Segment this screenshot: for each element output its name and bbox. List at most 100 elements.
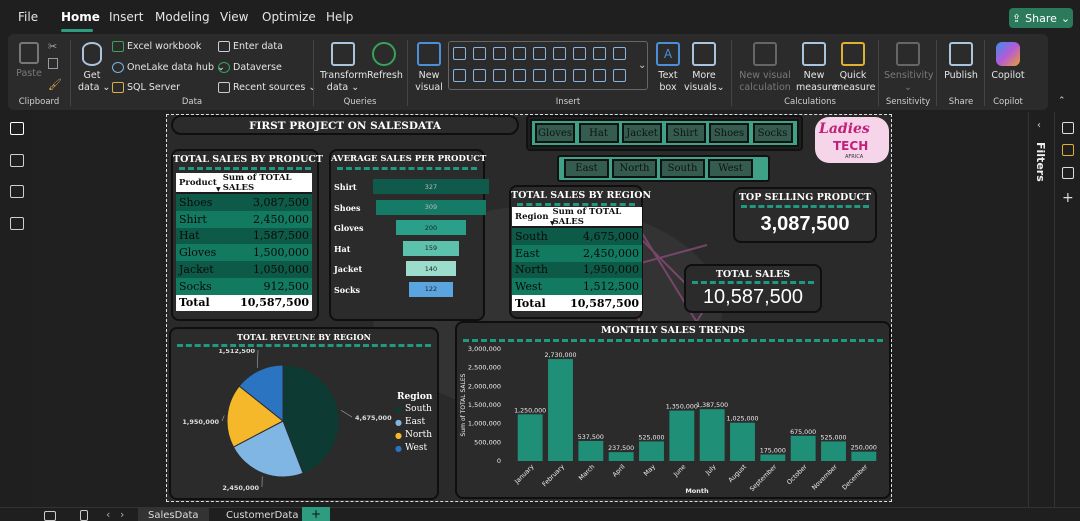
page-tab-customerdata[interactable]: CustomerData xyxy=(222,508,302,521)
visual-type-icon[interactable] xyxy=(513,69,526,82)
refresh-button[interactable]: Refresh xyxy=(367,42,403,82)
get-data-button[interactable]: Get data ⌄ xyxy=(78,42,110,94)
format-pane-icon[interactable] xyxy=(1062,167,1074,179)
table-row[interactable]: South 4,675,000 xyxy=(512,228,642,245)
visual-type-icon[interactable] xyxy=(533,47,546,60)
monthly-sales-bar-chart[interactable]: 0 500,000 1,000,000 1,500,000 2,000,000 2,500… xyxy=(457,341,889,497)
transform-data-button[interactable]: Transform data ⌄ xyxy=(320,42,367,94)
bar-may[interactable] xyxy=(639,441,664,461)
menu-file[interactable]: File xyxy=(18,10,38,24)
visual-type-icon[interactable] xyxy=(473,47,486,60)
sales-by-product-table[interactable]: Product Sum of TOTAL SALES ▼ Shoes 3,087,50… xyxy=(176,173,312,311)
publish-button[interactable]: Publish xyxy=(942,42,980,82)
new-visual-calculation-button[interactable]: New visual calculation xyxy=(736,42,794,94)
product-slicer-button[interactable]: Jacket xyxy=(622,123,662,143)
table-row[interactable]: East 2,450,000 xyxy=(512,244,642,262)
bar-august[interactable] xyxy=(730,422,755,461)
visual-type-icon[interactable] xyxy=(493,47,506,60)
visual-type-icon[interactable] xyxy=(613,69,626,82)
visual-type-icon[interactable] xyxy=(453,69,466,82)
region-slicer-button[interactable]: West xyxy=(708,159,753,178)
funnel-bar[interactable]: 159 xyxy=(402,240,460,256)
format-painter-icon[interactable]: 🖌 xyxy=(48,78,62,91)
copy-icon[interactable] xyxy=(48,58,58,69)
table-row[interactable]: Socks 912,500 xyxy=(176,277,312,295)
product-slicer-button[interactable]: Gloves xyxy=(535,123,575,143)
visual-type-icon[interactable] xyxy=(533,69,546,82)
more-visuals-button[interactable]: More visuals⌄ xyxy=(684,42,725,94)
dax-query-view-icon[interactable] xyxy=(10,217,24,230)
visual-type-icon[interactable] xyxy=(493,69,506,82)
product-slicer-button[interactable]: Shoes xyxy=(709,123,749,143)
visual-type-icon[interactable] xyxy=(513,47,526,60)
table-row[interactable]: North 1,950,000 xyxy=(512,261,642,279)
sensitivity-button[interactable]: Sensitivity ⌄ xyxy=(884,42,933,94)
legend-item[interactable]: South xyxy=(405,404,432,414)
menu-home[interactable]: Home xyxy=(61,10,100,24)
excel-workbook-button[interactable]: Excel workbook xyxy=(112,41,201,52)
table-row[interactable]: Shirt 2,450,000 xyxy=(176,210,312,228)
share-button[interactable]: ⇪ Share ⌄ xyxy=(1009,8,1073,28)
table-view-icon[interactable] xyxy=(10,154,24,167)
dataverse-button[interactable]: Dataverse xyxy=(218,62,282,73)
gallery-expand-icon[interactable]: ⌄ xyxy=(638,60,646,71)
product-slicer-button[interactable]: Socks xyxy=(752,123,793,143)
bar-september[interactable] xyxy=(760,454,786,461)
table-row[interactable]: West 1,512,500 xyxy=(512,278,642,296)
visual-type-icon[interactable] xyxy=(573,69,586,82)
region-slicer-button[interactable]: North xyxy=(612,159,657,178)
new-visual-button[interactable]: New visual xyxy=(414,42,444,94)
onelake-button[interactable]: OneLake data hub ⌄ xyxy=(112,62,225,73)
copilot-button[interactable]: Copilot xyxy=(988,42,1028,82)
region-slicer-button[interactable]: East xyxy=(564,159,609,178)
visual-type-icon[interactable] xyxy=(573,47,586,60)
region-slicer-button[interactable]: South xyxy=(660,159,705,178)
table-row[interactable]: Hat 1,587,500 xyxy=(176,227,312,245)
visual-type-icon[interactable] xyxy=(453,47,466,60)
visual-type-icon[interactable] xyxy=(593,47,606,60)
filters-label[interactable]: Filters xyxy=(1034,142,1047,182)
menu-view[interactable]: View xyxy=(220,10,248,24)
sql-server-button[interactable]: SQL Server xyxy=(112,82,180,93)
mobile-view-icon[interactable] xyxy=(80,510,88,521)
funnel-bar[interactable]: 122 xyxy=(409,281,453,297)
legend-item[interactable]: East xyxy=(405,417,425,427)
bar-june[interactable] xyxy=(669,410,695,461)
product-slicer-button[interactable]: Hat xyxy=(578,123,619,143)
visual-type-icon[interactable] xyxy=(473,69,486,82)
visual-type-icon[interactable] xyxy=(553,69,566,82)
add-pane-icon[interactable]: + xyxy=(1062,190,1074,206)
menu-optimize[interactable]: Optimize xyxy=(262,10,316,24)
bar-november[interactable] xyxy=(821,441,846,461)
new-measure-button[interactable]: New measure xyxy=(796,42,837,94)
product-slicer-button[interactable]: Shirt xyxy=(665,123,706,143)
cut-icon[interactable]: ✂ xyxy=(48,40,57,53)
funnel-bar[interactable]: 309 xyxy=(376,199,486,215)
enter-data-button[interactable]: Enter data xyxy=(218,41,283,52)
funnel-bar[interactable]: 140 xyxy=(406,261,456,276)
bar-april[interactable] xyxy=(608,452,634,461)
prev-page-icon[interactable]: ‹ xyxy=(106,508,110,521)
data-pane-icon[interactable] xyxy=(1062,144,1074,156)
funnel-bar[interactable]: 200 xyxy=(395,220,467,235)
page-tab-salesdata[interactable]: SalesData xyxy=(138,508,209,521)
table-row[interactable]: Jacket 1,050,000 xyxy=(176,261,312,278)
legend-item[interactable]: West xyxy=(405,443,427,453)
bar-july[interactable] xyxy=(699,409,725,461)
funnel-bar[interactable]: 327 xyxy=(373,179,489,194)
bar-february[interactable] xyxy=(548,359,573,461)
next-page-icon[interactable]: › xyxy=(120,508,124,521)
menu-help[interactable]: Help xyxy=(326,10,353,24)
add-page-button[interactable]: + xyxy=(302,507,330,521)
visualizations-icon[interactable] xyxy=(1062,122,1074,134)
table-row[interactable]: Shoes 3,087,500 xyxy=(176,194,312,211)
visual-type-icon[interactable] xyxy=(593,69,606,82)
collapse-ribbon-icon[interactable]: ⌃ xyxy=(1058,96,1066,106)
desktop-view-icon[interactable] xyxy=(44,511,56,521)
legend-item[interactable]: North xyxy=(405,430,432,440)
report-view-icon[interactable] xyxy=(10,122,24,135)
visual-type-icon[interactable] xyxy=(553,47,566,60)
bar-january[interactable] xyxy=(517,414,543,461)
recent-sources-button[interactable]: Recent sources⌄ xyxy=(218,82,316,93)
paste-button[interactable]: Paste xyxy=(16,42,42,80)
